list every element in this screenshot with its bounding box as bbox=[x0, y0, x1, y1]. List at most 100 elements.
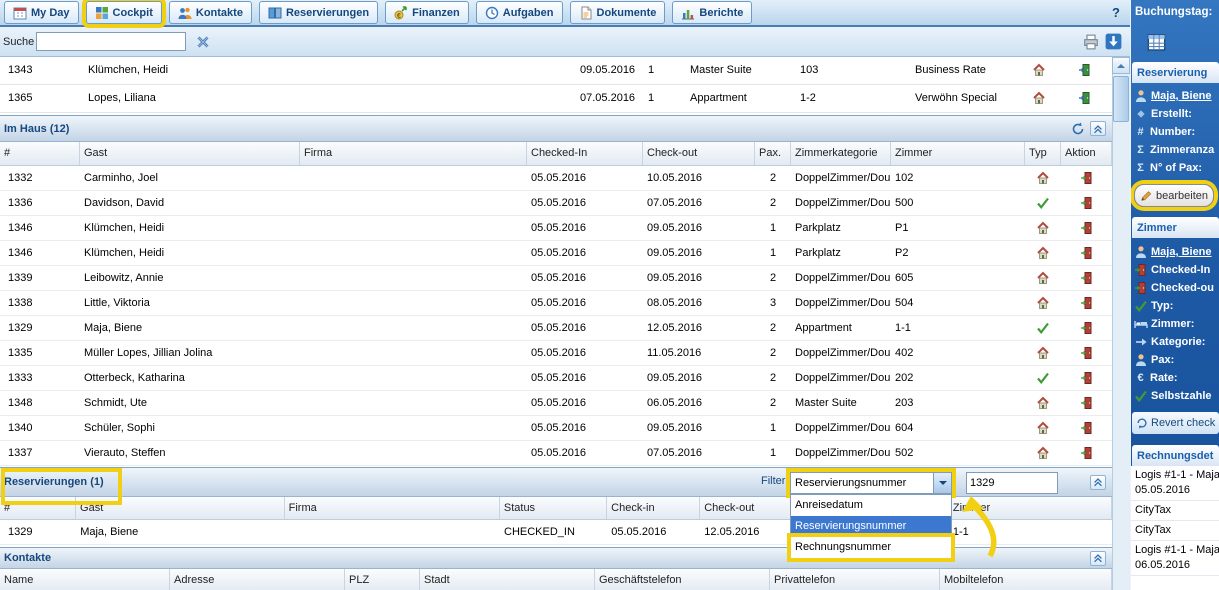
checkout-door-icon[interactable] bbox=[1080, 446, 1094, 460]
checkin-door-icon[interactable] bbox=[1078, 91, 1092, 105]
help-button[interactable]: ? bbox=[1112, 5, 1120, 20]
table-row[interactable]: 1329 Maja, Biene 05.05.2016 12.05.2016 2… bbox=[0, 316, 1112, 341]
number-label: # Number: bbox=[1134, 124, 1195, 140]
table-row[interactable]: 1338 Little, Viktoria 05.05.2016 08.05.2… bbox=[0, 291, 1112, 316]
collapse-icon[interactable] bbox=[1090, 475, 1106, 490]
column-header-firma[interactable]: Firma bbox=[300, 142, 527, 165]
filter-dropdown[interactable]: Reservierungsnummer bbox=[790, 472, 952, 494]
checkout-door-icon[interactable] bbox=[1080, 246, 1094, 260]
column-header-nr[interactable]: # bbox=[0, 142, 80, 165]
column-header-firma[interactable]: Firma bbox=[285, 497, 500, 519]
checkin-door-icon[interactable] bbox=[1078, 63, 1092, 77]
column-header-status[interactable]: Status bbox=[500, 497, 607, 519]
column-header-gast[interactable]: Gast bbox=[80, 142, 300, 165]
tab-berichte[interactable]: Berichte bbox=[672, 1, 752, 24]
export-download-icon[interactable] bbox=[1105, 33, 1122, 50]
invoice-line[interactable]: Logis #1-1 - Maja 05.05.2016 bbox=[1131, 466, 1219, 501]
checkout-door-icon[interactable] bbox=[1080, 371, 1094, 385]
checkout-door-icon[interactable] bbox=[1080, 321, 1094, 335]
table-row[interactable]: 1343 Klümchen, Heidi 09.05.2016 1 Master… bbox=[0, 57, 1112, 85]
column-header-geschaeftstelefon[interactable]: Geschäftstelefon bbox=[595, 569, 770, 590]
person-icon bbox=[1134, 89, 1148, 103]
column-header-zimmer[interactable]: Zimmer bbox=[891, 142, 1025, 165]
inhouse-icon bbox=[1036, 246, 1050, 260]
revert-check-link[interactable]: Revert check bbox=[1132, 412, 1219, 434]
tab-cockpit[interactable]: Cockpit bbox=[86, 1, 162, 24]
collapse-icon[interactable] bbox=[1090, 121, 1106, 136]
table-row[interactable]: 1335 Müller Lopes, Jillian Jolina 05.05.… bbox=[0, 341, 1112, 366]
tab-reservierungen[interactable]: Reservierungen bbox=[259, 1, 378, 24]
checkout-door-icon[interactable] bbox=[1080, 346, 1094, 360]
column-header-zimmer[interactable]: Zimmer bbox=[949, 497, 1112, 519]
clear-search-icon[interactable] bbox=[195, 34, 211, 50]
refresh-icon[interactable] bbox=[1071, 122, 1085, 136]
column-header-adresse[interactable]: Adresse bbox=[170, 569, 345, 590]
invoice-line[interactable]: CityTax bbox=[1131, 521, 1219, 541]
filter-dropdown-list: Anreisedatum Reservierungsnummer Rechnun… bbox=[790, 494, 952, 559]
tab-dokumente[interactable]: Dokumente bbox=[570, 1, 666, 24]
checkout-door-icon[interactable] bbox=[1080, 396, 1094, 410]
column-header-mobiltelefon[interactable]: Mobiltelefon bbox=[940, 569, 1112, 590]
column-header-checkedin[interactable]: Checked-In bbox=[527, 142, 643, 165]
scrollbar-thumb[interactable] bbox=[1113, 76, 1129, 122]
search-bar: Suche bbox=[0, 27, 1130, 57]
section-im-haus-header: Im Haus (12) bbox=[0, 115, 1112, 142]
column-header-nr[interactable]: # bbox=[0, 497, 76, 519]
filter-value-input[interactable] bbox=[966, 472, 1058, 494]
column-header-checkin[interactable]: Check-in bbox=[607, 497, 700, 519]
finance-icon bbox=[394, 6, 408, 20]
column-header-stadt[interactable]: Stadt bbox=[420, 569, 595, 590]
guest-link[interactable]: Maja, Biene bbox=[1134, 244, 1212, 260]
tasks-clock-icon bbox=[485, 6, 499, 20]
section-rechnungsdetails-header[interactable]: Rechnungsdet bbox=[1132, 445, 1219, 466]
table-row[interactable]: 1365 Lopes, Liliana 07.05.2016 1 Appartm… bbox=[0, 85, 1112, 113]
inhouse-icon bbox=[1032, 63, 1046, 77]
inhouse-icon bbox=[1036, 221, 1050, 235]
checkout-door-icon[interactable] bbox=[1080, 421, 1094, 435]
column-header-plz[interactable]: PLZ bbox=[345, 569, 420, 590]
column-header-gast[interactable]: Gast bbox=[76, 497, 285, 519]
column-header-zimmerkategorie[interactable]: Zimmerkategorie bbox=[791, 142, 891, 165]
search-input[interactable] bbox=[36, 32, 186, 51]
collapse-icon[interactable] bbox=[1090, 551, 1106, 566]
checkout-door-icon[interactable] bbox=[1080, 221, 1094, 235]
invoice-line[interactable]: Logis #1-1 - Maja 06.05.2016 bbox=[1131, 541, 1219, 576]
table-row[interactable]: 1339 Leibowitz, Annie 05.05.2016 09.05.2… bbox=[0, 266, 1112, 291]
dropdown-option[interactable]: Anreisedatum bbox=[791, 495, 951, 516]
section-reservierung-header[interactable]: Reservierung bbox=[1132, 62, 1219, 83]
column-header-privattelefon[interactable]: Privattelefon bbox=[770, 569, 940, 590]
checkout-door-icon[interactable] bbox=[1080, 271, 1094, 285]
scrollbar-up-arrow[interactable] bbox=[1112, 57, 1130, 74]
table-row[interactable]: 1346 Klümchen, Heidi 05.05.2016 09.05.20… bbox=[0, 241, 1112, 266]
column-header-name[interactable]: Name bbox=[0, 569, 170, 590]
table-row[interactable]: 1348 Schmidt, Ute 05.05.2016 06.05.2016 … bbox=[0, 391, 1112, 416]
booking-table-icon[interactable] bbox=[1147, 33, 1166, 52]
table-row[interactable]: 1336 Davidson, David 05.05.2016 07.05.20… bbox=[0, 191, 1112, 216]
invoice-line[interactable]: CityTax bbox=[1131, 501, 1219, 521]
checkout-door-icon[interactable] bbox=[1080, 171, 1094, 185]
dropdown-option[interactable]: Rechnungsnummer bbox=[791, 537, 951, 558]
tab-finanzen[interactable]: Finanzen bbox=[385, 1, 469, 24]
table-row[interactable]: 1340 Schüler, Sophi 05.05.2016 09.05.201… bbox=[0, 416, 1112, 441]
column-header-checkout[interactable]: Check-out bbox=[643, 142, 755, 165]
tab-aufgaben[interactable]: Aufgaben bbox=[476, 1, 563, 24]
dropdown-option[interactable]: Reservierungsnummer bbox=[791, 516, 951, 537]
checkout-door-icon[interactable] bbox=[1080, 296, 1094, 310]
checked-icon bbox=[1036, 196, 1050, 210]
vertical-scrollbar[interactable] bbox=[1112, 57, 1130, 590]
table-row[interactable]: 1346 Klümchen, Heidi 05.05.2016 09.05.20… bbox=[0, 216, 1112, 241]
bearbeiten-button[interactable]: bearbeiten bbox=[1134, 184, 1214, 207]
guest-link[interactable]: Maja, Biene bbox=[1134, 88, 1212, 104]
checkout-door-icon[interactable] bbox=[1080, 196, 1094, 210]
table-row[interactable]: 1332 Carminho, Joel 05.05.2016 10.05.201… bbox=[0, 166, 1112, 191]
section-zimmer-header[interactable]: Zimmer bbox=[1132, 217, 1219, 238]
print-icon[interactable] bbox=[1083, 34, 1099, 50]
column-header-aktion[interactable]: Aktion bbox=[1061, 142, 1112, 165]
table-row[interactable]: 1337 Vierauto, Steffen 05.05.2016 07.05.… bbox=[0, 441, 1112, 466]
column-header-typ[interactable]: Typ bbox=[1025, 142, 1061, 165]
column-header-pax[interactable]: Pax. bbox=[755, 142, 791, 165]
tab-my-day[interactable]: My Day bbox=[4, 1, 79, 24]
chevron-down-icon[interactable] bbox=[933, 473, 951, 493]
tab-kontakte[interactable]: Kontakte bbox=[169, 1, 252, 24]
table-row[interactable]: 1333 Otterbeck, Katharina 05.05.2016 09.… bbox=[0, 366, 1112, 391]
